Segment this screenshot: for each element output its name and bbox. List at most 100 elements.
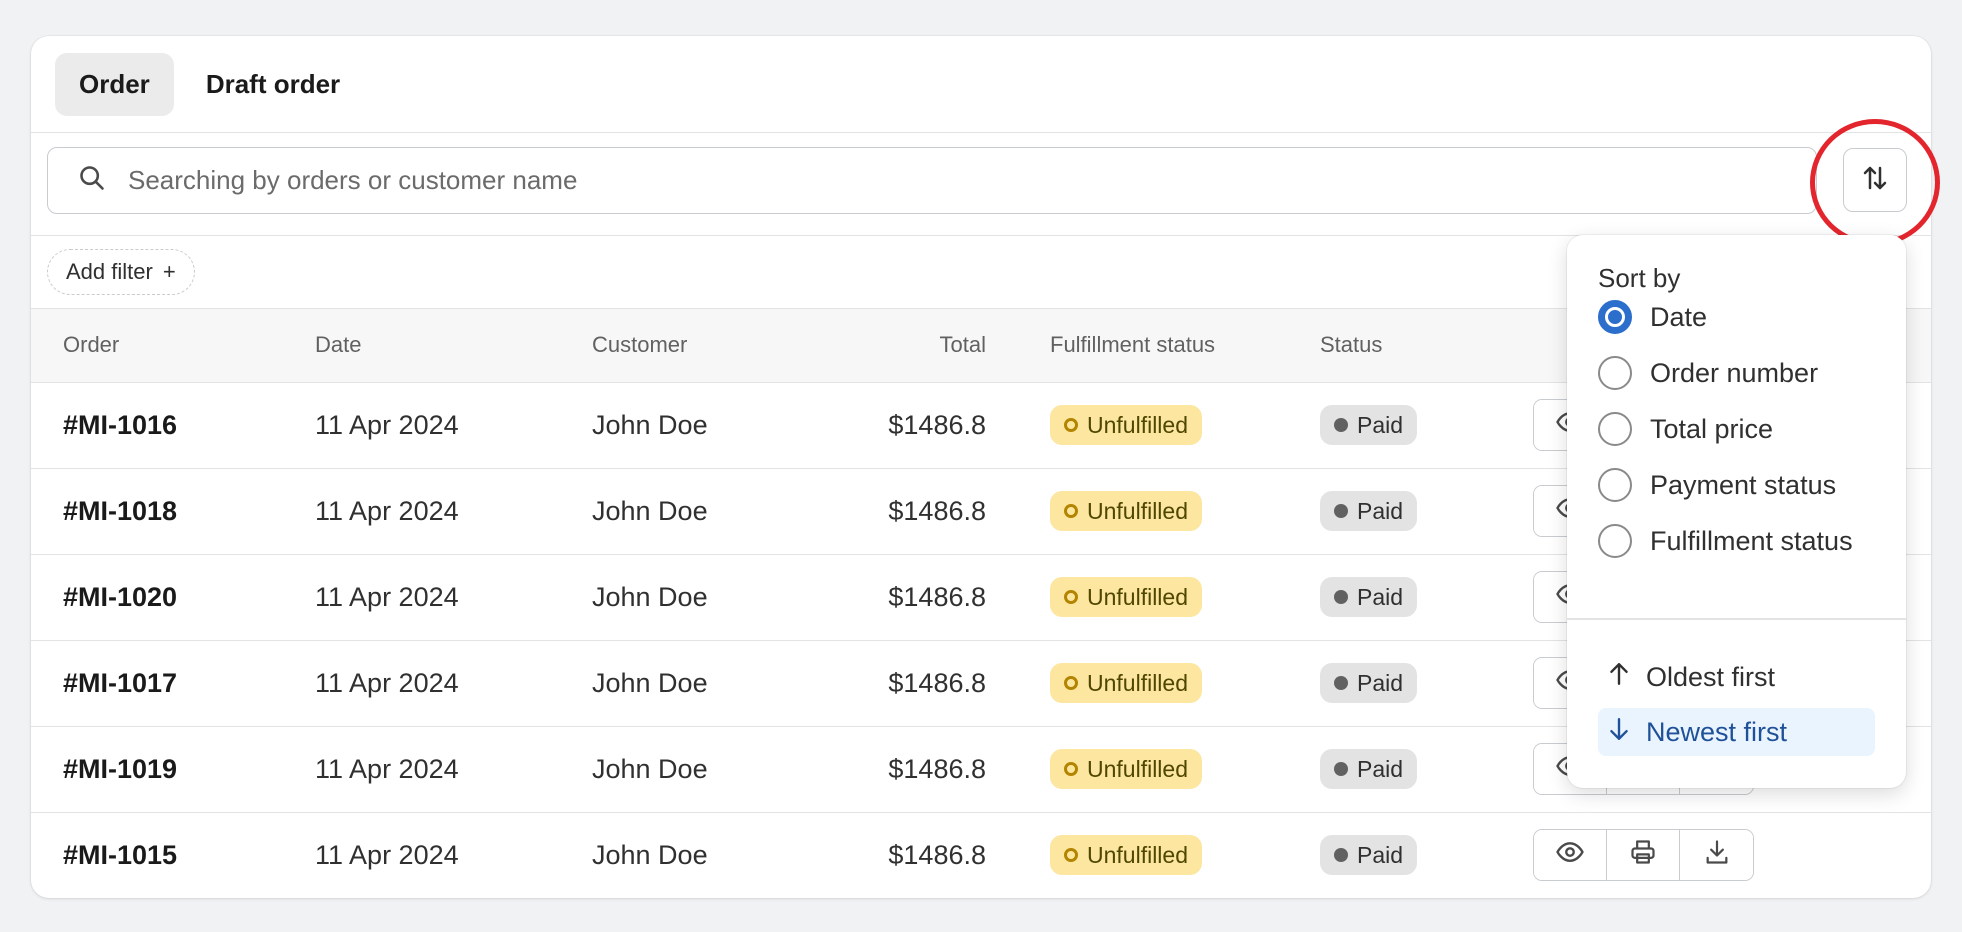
customer-name: John Doe: [592, 667, 708, 698]
payment-status-label: Paid: [1357, 583, 1404, 610]
payment-status-label: Paid: [1357, 755, 1404, 782]
arrow-up-icon: [1606, 661, 1632, 694]
unfulfilled-ring-icon: [1064, 590, 1078, 604]
payment-status-badge: Paid: [1320, 663, 1418, 703]
order-total: $1486.8: [888, 839, 986, 870]
search-box[interactable]: [47, 147, 1817, 214]
sort-direction-oldest-first[interactable]: Oldest first: [1598, 653, 1875, 701]
add-filter-button[interactable]: Add filter +: [47, 249, 195, 295]
sort-option-order-number[interactable]: Order number: [1598, 353, 1818, 393]
order-total: $1486.8: [888, 495, 986, 526]
sort-button-highlight-annotation: [1810, 119, 1940, 246]
download-button[interactable]: [1680, 830, 1753, 881]
plus-icon: +: [162, 259, 176, 284]
sort-option-date[interactable]: Date: [1598, 297, 1707, 337]
print-button[interactable]: [1607, 830, 1680, 881]
sort-direction-newest-first[interactable]: Newest first: [1598, 708, 1875, 756]
tab-order[interactable]: Order: [55, 52, 174, 116]
fulfillment-badge: Unfulfilled: [1050, 491, 1202, 531]
arrow-down-icon: [1606, 716, 1632, 749]
order-total: $1486.8: [888, 581, 986, 612]
radio-unchecked-icon[interactable]: [1598, 468, 1632, 502]
paid-dot-icon: [1334, 676, 1348, 690]
order-date: 11 Apr 2024: [315, 667, 459, 698]
radio-checked-icon[interactable]: [1598, 300, 1632, 334]
order-date: 11 Apr 2024: [315, 839, 459, 870]
order-date: 11 Apr 2024: [315, 495, 459, 526]
search-icon: [78, 164, 106, 197]
order-number[interactable]: #MI-1017: [31, 640, 315, 726]
download-icon: [1703, 838, 1731, 873]
payment-status-badge: Paid: [1320, 491, 1418, 531]
payment-status-label: Paid: [1357, 841, 1404, 868]
customer-name: John Doe: [592, 839, 708, 870]
customer-name: John Doe: [592, 753, 708, 784]
payment-status-label: Paid: [1357, 411, 1404, 438]
unfulfilled-ring-icon: [1064, 504, 1078, 518]
radio-unchecked-icon[interactable]: [1598, 412, 1632, 446]
sort-direction-label: Newest first: [1646, 716, 1788, 747]
payment-status-label: Paid: [1357, 669, 1404, 696]
order-total: $1486.8: [888, 667, 986, 698]
radio-unchecked-icon[interactable]: [1598, 524, 1632, 558]
fulfillment-badge: Unfulfilled: [1050, 835, 1202, 876]
sort-option-total-price[interactable]: Total price: [1598, 409, 1773, 449]
order-number[interactable]: #MI-1016: [31, 382, 315, 468]
view-icon: [1555, 837, 1585, 874]
fulfillment-label: Unfulfilled: [1087, 583, 1188, 610]
header-customer[interactable]: Customer: [592, 309, 822, 382]
add-filter-label: Add filter: [66, 259, 153, 284]
tab-bar: Order Draft order: [31, 36, 1931, 133]
order-date: 11 Apr 2024: [315, 753, 459, 784]
fulfillment-label: Unfulfilled: [1087, 411, 1188, 438]
tab-draft-order[interactable]: Draft order: [182, 53, 364, 116]
order-total: $1486.8: [888, 409, 986, 440]
fulfillment-badge: Unfulfilled: [1050, 577, 1202, 617]
sort-option-fulfillment-status[interactable]: Fulfillment status: [1598, 521, 1853, 561]
fulfillment-label: Unfulfilled: [1087, 755, 1188, 782]
popover-divider: [1567, 618, 1906, 620]
fulfillment-label: Unfulfilled: [1087, 841, 1188, 868]
order-total: $1486.8: [888, 753, 986, 784]
order-number[interactable]: #MI-1019: [31, 726, 315, 812]
order-number[interactable]: #MI-1018: [31, 468, 315, 554]
order-number[interactable]: #MI-1015: [31, 812, 315, 898]
sort-option-label: Fulfillment status: [1650, 525, 1853, 556]
header-date[interactable]: Date: [315, 309, 592, 382]
header-total[interactable]: Total: [822, 309, 986, 382]
order-date: 11 Apr 2024: [315, 409, 459, 440]
order-number[interactable]: #MI-1020: [31, 554, 315, 640]
sort-popover: Sort by Date Order number Total price Pa…: [1567, 235, 1906, 788]
sort-option-label: Total price: [1650, 413, 1774, 444]
table-row[interactable]: #MI-1015 11 Apr 2024 John Doe $1486.8 Un…: [31, 812, 1931, 898]
customer-name: John Doe: [592, 581, 708, 612]
sort-option-label: Order number: [1650, 357, 1819, 388]
sort-option-label: Date: [1650, 301, 1708, 332]
fulfillment-badge: Unfulfilled: [1050, 405, 1202, 445]
sort-option-label: Payment status: [1650, 469, 1837, 500]
header-status[interactable]: Status: [1320, 309, 1530, 382]
fulfillment-badge: Unfulfilled: [1050, 663, 1202, 703]
fulfillment-label: Unfulfilled: [1087, 669, 1188, 696]
unfulfilled-ring-icon: [1064, 848, 1078, 863]
customer-name: John Doe: [592, 409, 708, 440]
sort-option-payment-status[interactable]: Payment status: [1598, 465, 1836, 505]
unfulfilled-ring-icon: [1064, 676, 1078, 690]
customer-name: John Doe: [592, 495, 708, 526]
unfulfilled-ring-icon: [1064, 418, 1078, 432]
search-input[interactable]: [128, 165, 1728, 196]
order-date: 11 Apr 2024: [315, 581, 459, 612]
header-fulfillment[interactable]: Fulfillment status: [986, 309, 1320, 382]
row-actions: [1533, 829, 1754, 882]
payment-status-badge: Paid: [1320, 577, 1418, 617]
print-icon: [1629, 838, 1657, 873]
radio-unchecked-icon[interactable]: [1598, 356, 1632, 390]
paid-dot-icon: [1334, 848, 1348, 863]
search-row: [31, 133, 1931, 236]
header-order[interactable]: Order: [31, 309, 315, 382]
fulfillment-label: Unfulfilled: [1087, 497, 1188, 524]
fulfillment-badge: Unfulfilled: [1050, 749, 1202, 789]
payment-status-badge: Paid: [1320, 835, 1418, 876]
view-button[interactable]: [1534, 830, 1607, 881]
payment-status-label: Paid: [1357, 497, 1404, 524]
